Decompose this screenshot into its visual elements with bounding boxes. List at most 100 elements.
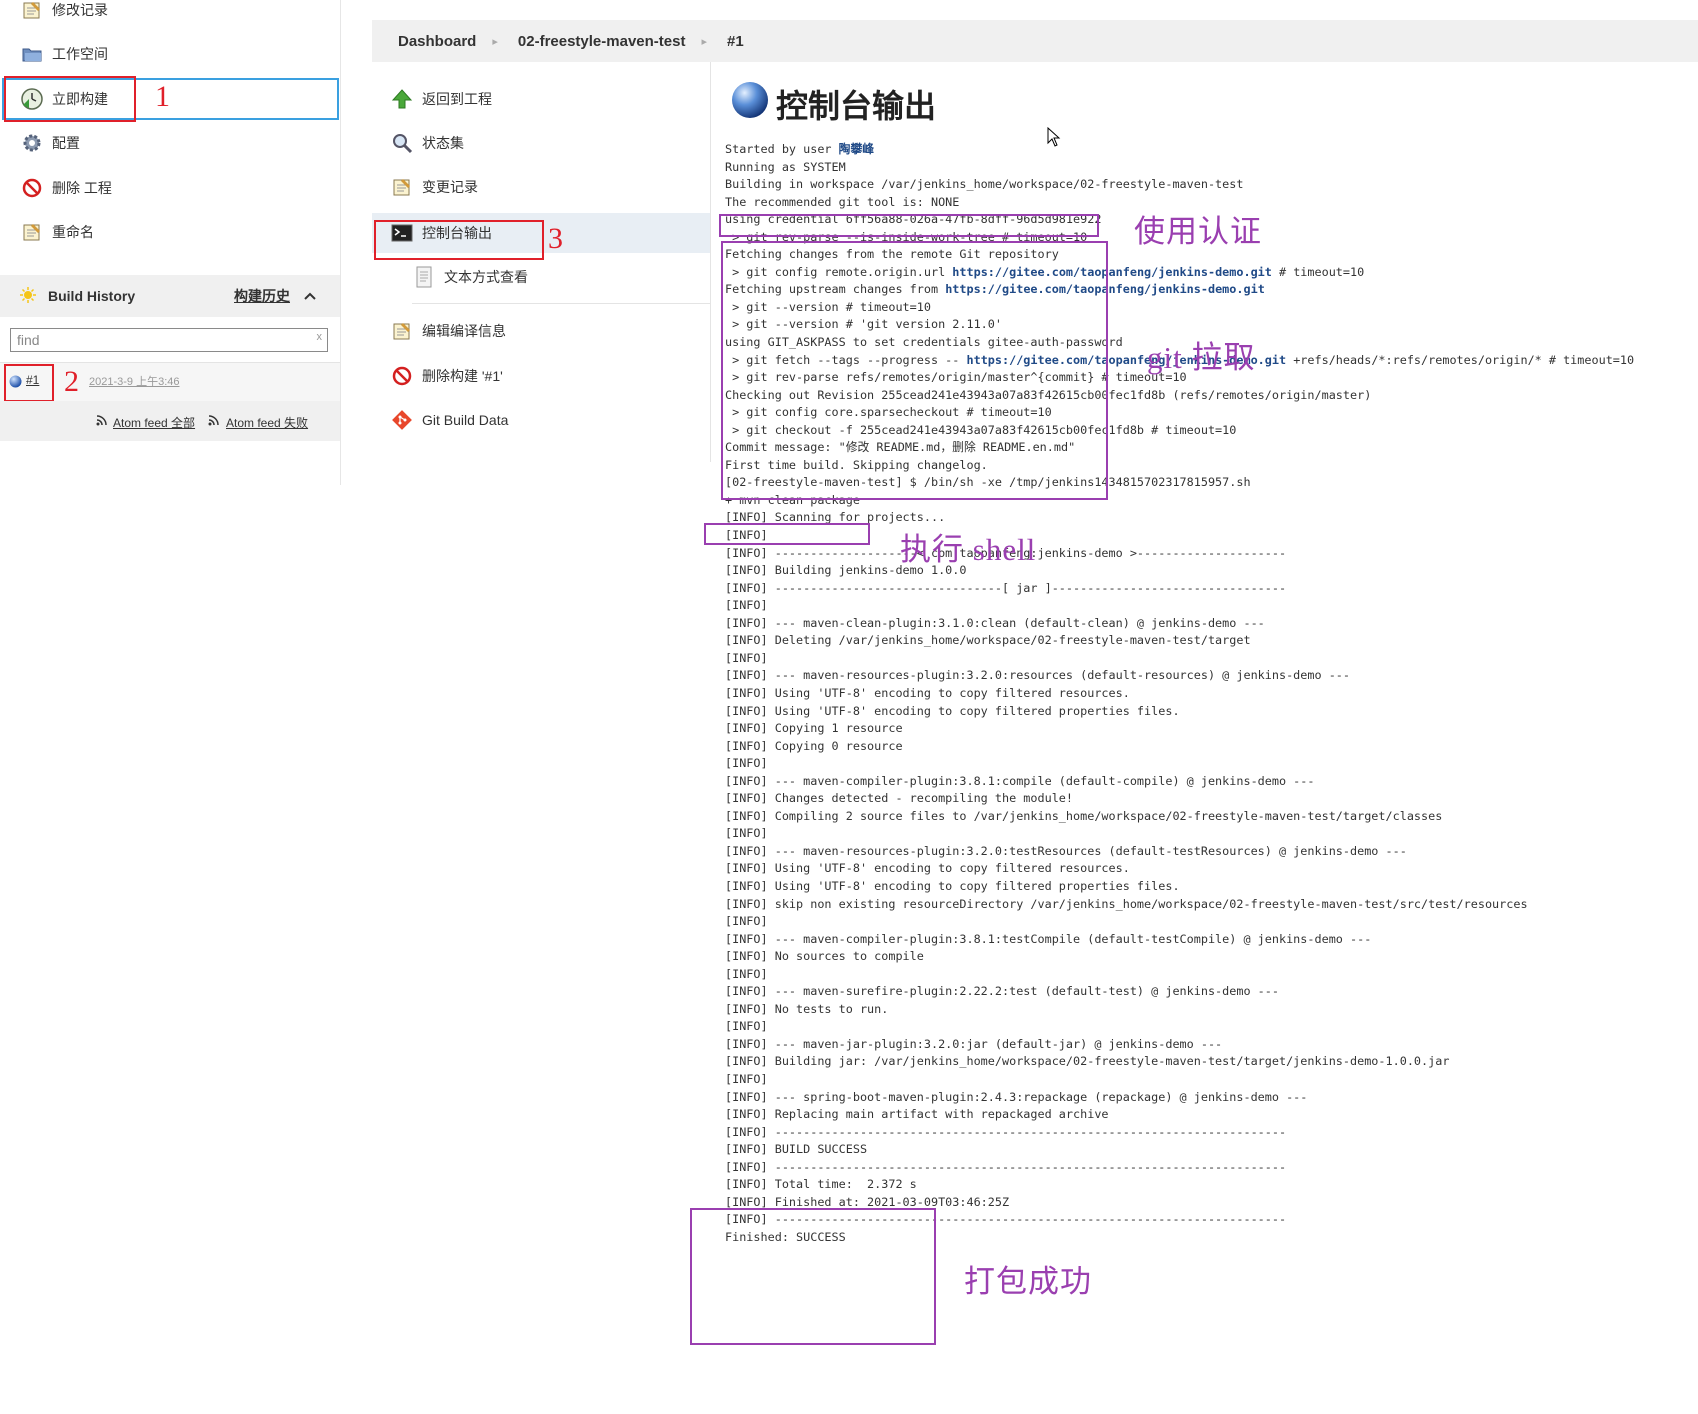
task-workspace[interactable]: 工作空间 bbox=[20, 37, 108, 71]
console-line: [INFO] Building jar: /var/jenkins_home/w… bbox=[725, 1054, 1450, 1069]
build-time-link[interactable]: 2021-3-9 上午3:46 bbox=[89, 373, 180, 389]
build-search-input[interactable]: find x bbox=[10, 328, 328, 352]
blue-ball-icon bbox=[9, 375, 22, 393]
console-line: [INFO] ---------------------------------… bbox=[725, 1159, 1287, 1174]
annotation-package-success: 打包成功 bbox=[964, 1264, 1092, 1299]
console-line: [INFO] BUILD SUCCESS bbox=[725, 1142, 868, 1157]
gear-icon bbox=[20, 131, 44, 155]
console-line: [INFO] Using 'UTF-8' encoding to copy fi… bbox=[725, 861, 1130, 876]
blue-ball-icon bbox=[730, 80, 770, 128]
task-configure[interactable]: 配置 bbox=[20, 126, 80, 160]
console-line: [INFO] Copying 0 resource bbox=[725, 738, 903, 753]
task-git-build-data[interactable]: Git Build Data bbox=[390, 403, 508, 437]
console-line: [INFO] Compiling 2 source files to /var/… bbox=[725, 808, 1443, 823]
console-line: The recommended git tool is: NONE bbox=[725, 194, 960, 209]
project-side-panel: 修改记录 工作空间 立即构建 1 配置 删除 工程 重命名 Build Hist… bbox=[0, 0, 341, 485]
console-line: [INFO] Using 'UTF-8' encoding to copy fi… bbox=[725, 878, 1180, 893]
build-link[interactable]: #1 bbox=[26, 373, 39, 387]
task-rename[interactable]: 重命名 bbox=[20, 215, 94, 249]
console-line: [INFO] --- maven-jar-plugin:3.2.0:jar (d… bbox=[725, 1036, 1223, 1051]
notepad-icon bbox=[20, 0, 44, 22]
annotation-credential: 使用认证 bbox=[1134, 214, 1262, 249]
console-line: [INFO] bbox=[725, 966, 768, 981]
console-line: [INFO] --- maven-clean-plugin:3.1.0:clea… bbox=[725, 615, 1265, 630]
feed-all-link[interactable]: Atom feed 全部 bbox=[113, 414, 195, 431]
task-change-log[interactable]: 修改记录 bbox=[20, 0, 108, 27]
task-status[interactable]: 状态集 bbox=[390, 126, 464, 160]
magnifier-icon bbox=[390, 131, 414, 155]
console-line: [INFO] Deleting /var/jenkins_home/worksp… bbox=[725, 633, 1251, 648]
build-side-panel: 返回到工程 状态集 变更记录 控制台输出 3 文本方式查看 编辑编译信息 删除构… bbox=[372, 62, 711, 462]
console-line: [INFO] bbox=[725, 650, 768, 665]
terminal-icon bbox=[390, 221, 414, 245]
annotation-box-shell bbox=[704, 523, 870, 545]
console-line: [INFO] bbox=[725, 756, 768, 771]
task-back-to-project[interactable]: 返回到工程 bbox=[390, 82, 492, 116]
arrow-up-icon bbox=[390, 87, 414, 111]
build-history-trend-link[interactable]: 构建历史 bbox=[234, 286, 290, 306]
task-label: 状态集 bbox=[422, 135, 464, 151]
breadcrumb-build[interactable]: #1 bbox=[707, 33, 760, 50]
build-history-header: Build History 构建历史 bbox=[0, 275, 340, 317]
task-label: 删除构建 '#1' bbox=[422, 368, 503, 384]
git-icon bbox=[390, 408, 414, 432]
task-label: 控制台输出 bbox=[422, 225, 492, 241]
task-label: 编辑编译信息 bbox=[422, 323, 506, 339]
task-edit-build-info[interactable]: 编辑编译信息 bbox=[390, 314, 506, 348]
breadcrumb-project[interactable]: 02-freestyle-maven-test bbox=[498, 33, 702, 50]
console-line: Started by user bbox=[725, 142, 839, 156]
folder-icon bbox=[20, 42, 44, 66]
console-line: [INFO] --- maven-resources-plugin:3.2.0:… bbox=[725, 668, 1351, 683]
user-link[interactable]: 陶攀峰 bbox=[839, 142, 874, 156]
build-history-title: Build History bbox=[48, 288, 136, 304]
console-line: [INFO] Replacing main artifact with repa… bbox=[725, 1107, 1109, 1122]
console-line: [INFO] bbox=[725, 826, 768, 841]
annotation-git-pull: git 拉取 bbox=[1147, 340, 1256, 375]
breadcrumb: Dashboard ▸ 02-freestyle-maven-test ▸ #1 bbox=[372, 20, 1698, 62]
clear-search-icon[interactable]: x bbox=[317, 331, 323, 343]
rss-icon bbox=[208, 414, 220, 429]
task-view-as-text[interactable]: 文本方式查看 bbox=[412, 260, 528, 294]
console-line: # timeout=10 bbox=[1271, 264, 1365, 279]
task-label: 立即构建 bbox=[52, 91, 108, 107]
task-delete-build[interactable]: 删除构建 '#1' bbox=[390, 359, 503, 393]
task-console-output[interactable]: 控制台输出 bbox=[390, 216, 492, 250]
feed-failed-link[interactable]: Atom feed 失败 bbox=[226, 414, 308, 431]
atom-feeds: Atom feed 全部 Atom feed 失败 bbox=[0, 401, 340, 441]
page-title: 控制台输出 bbox=[730, 80, 936, 128]
task-label: 修改记录 bbox=[52, 2, 108, 18]
no-entry-icon bbox=[390, 364, 414, 388]
console-line: [INFO] --- maven-surefire-plugin:2.22.2:… bbox=[725, 984, 1279, 999]
console-line: [INFO] bbox=[725, 1071, 768, 1086]
console-line: [INFO] Copying 1 resource bbox=[725, 721, 903, 736]
task-label: 删除 工程 bbox=[52, 180, 112, 196]
annotation-exec-shell: 执行 shell bbox=[900, 532, 1037, 567]
task-changes[interactable]: 变更记录 bbox=[390, 170, 478, 204]
console-line: [INFO] --- maven-resources-plugin:3.2.0:… bbox=[725, 843, 1407, 858]
task-label: 变更记录 bbox=[422, 179, 478, 195]
document-icon bbox=[412, 265, 436, 289]
build-page: Dashboard ▸ 02-freestyle-maven-test ▸ #1… bbox=[372, 20, 1698, 1414]
notepad-icon bbox=[390, 175, 414, 199]
breadcrumb-dashboard[interactable]: Dashboard bbox=[372, 33, 492, 50]
task-label: Git Build Data bbox=[422, 412, 509, 428]
annotation-box-success bbox=[690, 1208, 936, 1345]
task-label: 重命名 bbox=[52, 224, 94, 240]
task-delete-project[interactable]: 删除 工程 bbox=[20, 171, 112, 205]
sun-icon bbox=[20, 286, 36, 306]
console-line: [INFO] --- maven-compiler-plugin:3.8.1:c… bbox=[725, 773, 1315, 788]
annotation-step2: 2 bbox=[64, 365, 79, 398]
chevron-up-icon[interactable] bbox=[304, 288, 316, 304]
console-line: [INFO] No tests to run. bbox=[725, 1001, 889, 1016]
console-line: Building in workspace /var/jenkins_home/… bbox=[725, 177, 1244, 192]
console-line: [INFO] bbox=[725, 598, 768, 613]
search-placeholder: find bbox=[17, 332, 40, 348]
console-line: [INFO] ---------------------------------… bbox=[725, 1124, 1287, 1139]
rss-icon bbox=[96, 414, 108, 429]
console-line: [INFO] --- spring-boot-maven-plugin:2.4.… bbox=[725, 1089, 1308, 1104]
build-history-row: #1 2 2021-3-9 上午3:46 bbox=[0, 362, 340, 402]
notepad-icon bbox=[20, 220, 44, 244]
task-build-now[interactable]: 立即构建 bbox=[20, 82, 108, 116]
annotation-step1: 1 bbox=[155, 80, 170, 113]
console-line: [INFO] Changes detected - recompiling th… bbox=[725, 791, 1074, 806]
